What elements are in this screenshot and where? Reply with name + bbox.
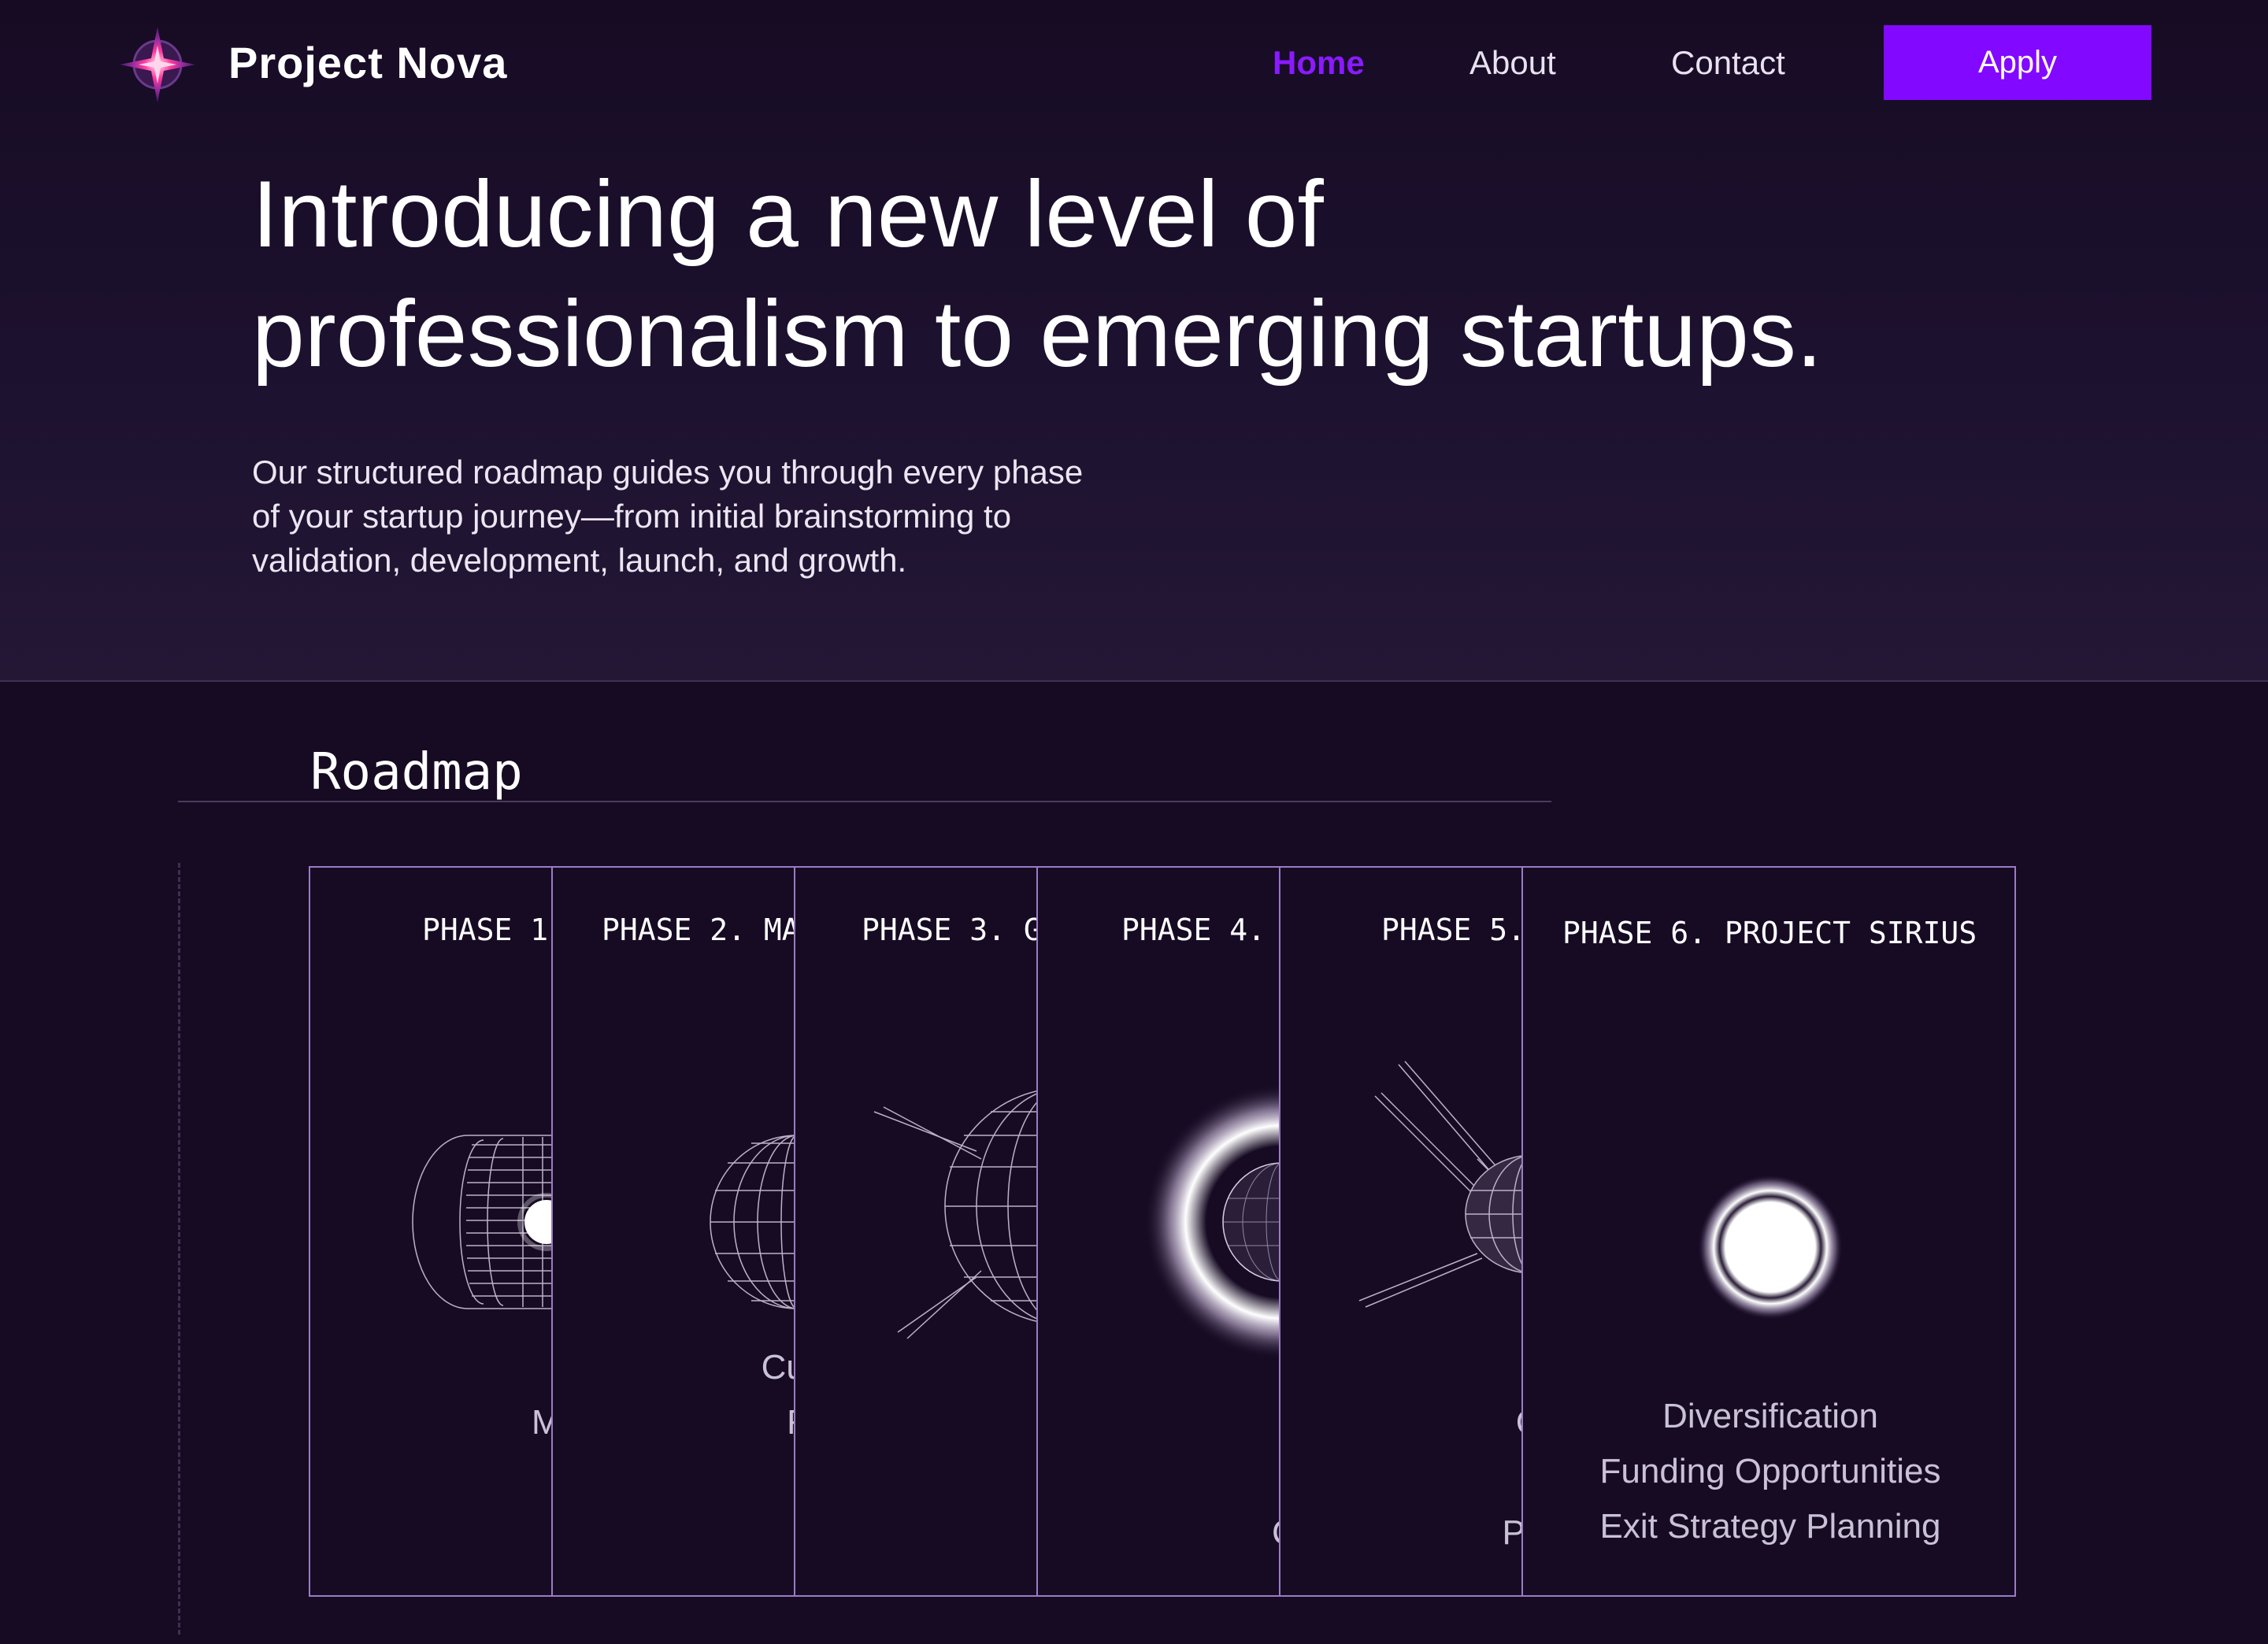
phase-items: Diversification Funding Opportunities Ex…	[1523, 1389, 2014, 1554]
glowing-sun-icon	[1698, 1175, 1843, 1320]
phase-card-6[interactable]: PHASE 6. PROJECT SIRIUS Diversification …	[1521, 866, 2016, 1597]
headline-line-2: professionalism to emerging startups.	[252, 281, 1823, 387]
apply-button[interactable]: Apply	[1884, 25, 2151, 100]
phase-item: Funding Opportunities	[1599, 1452, 1941, 1490]
phase-title: PHASE 5.	[1381, 913, 1526, 947]
nav-about-link[interactable]: About	[1469, 35, 1556, 91]
intro-line-3: validation, development, launch, and gro…	[252, 542, 907, 579]
intro-line-2: of your startup journey—from initial bra…	[252, 498, 1012, 535]
nav-home-link[interactable]: Home	[1273, 35, 1365, 91]
nova-star-icon[interactable]	[117, 24, 198, 106]
brand-name[interactable]: Project Nova	[228, 35, 507, 91]
hero-section: Project Nova Home About Contact Apply In…	[0, 0, 2268, 682]
roadmap-divider	[178, 801, 1551, 802]
intro-line-1: Our structured roadmap guides you throug…	[252, 454, 1084, 491]
phase-item: Diversification	[1662, 1397, 1878, 1435]
phase-title: PHASE 2. MA	[602, 913, 800, 947]
phase-title: PHASE 1	[422, 913, 549, 947]
nav-contact-link[interactable]: Contact	[1671, 35, 1785, 91]
roadmap-title: Roadmap	[310, 743, 523, 802]
headline-line-1: Introducing a new level of	[252, 161, 1324, 267]
phase-item: Exit Strategy Planning	[1599, 1507, 1941, 1546]
phase-title: PHASE 3. G	[862, 913, 1042, 947]
timeline-dashed-line	[178, 863, 180, 1635]
hero-headline: Introducing a new level of professionali…	[252, 154, 2063, 394]
phase-title: PHASE 4.	[1121, 913, 1266, 947]
hero-intro: Our structured roadmap guides you throug…	[252, 450, 1181, 583]
